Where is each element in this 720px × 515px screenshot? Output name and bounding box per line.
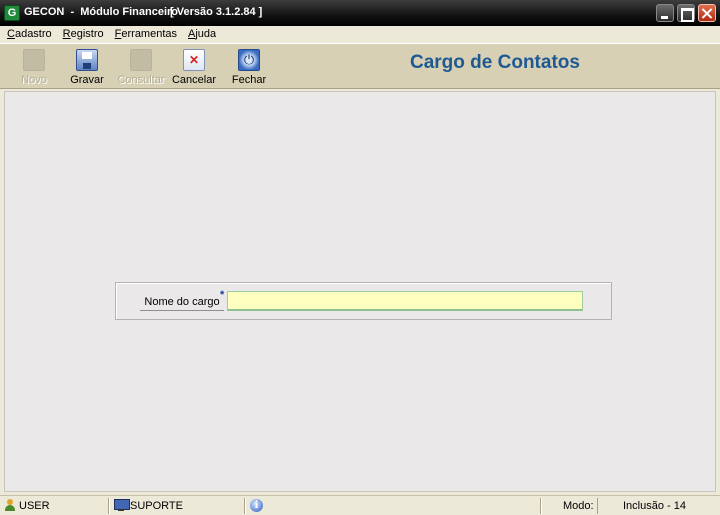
maximize-button[interactable]	[677, 4, 695, 22]
menu-ajuda[interactable]: Ajuda	[181, 26, 220, 43]
cancel-icon	[183, 49, 205, 71]
toolbar: Novo Gravar Consultar Cancelar Fechar	[0, 43, 720, 89]
menu-registro[interactable]: Registro	[56, 26, 108, 43]
cancel-button-label: Cancelar	[171, 74, 217, 86]
menu-cadastro[interactable]: Cadastro	[0, 26, 56, 43]
query-button[interactable]: Consultar	[115, 47, 167, 87]
job-title-input[interactable]	[227, 291, 583, 311]
menu-ferramentas[interactable]: Ferramentas	[108, 26, 181, 43]
status-divider	[108, 498, 110, 514]
user-icon	[4, 499, 16, 512]
app-icon[interactable]: G	[4, 5, 20, 21]
close-button[interactable]	[698, 4, 716, 22]
status-bar: USER SUPORTE i Modo: Inclusão - 14	[0, 495, 720, 515]
minimize-button[interactable]	[656, 4, 674, 22]
computer-icon	[114, 499, 130, 512]
search-icon	[130, 49, 152, 71]
window-title: GECON - Módulo Financeiro	[24, 6, 178, 18]
required-mark: *	[220, 289, 225, 301]
form-panel: Nome do cargo *	[115, 282, 612, 320]
status-station: SUPORTE	[130, 500, 183, 512]
save-button[interactable]: Gravar	[61, 47, 113, 87]
cancel-button[interactable]: Cancelar	[168, 47, 220, 87]
close-form-button[interactable]: Fechar	[223, 47, 275, 87]
query-button-label: Consultar	[117, 74, 165, 86]
menu-bar: Cadastro Registro Ferramentas Ajuda	[0, 26, 720, 43]
new-button-label: Novo	[21, 74, 47, 86]
window-version: [ Versão 3.1.2.84 ]	[170, 6, 263, 18]
new-button[interactable]: Novo	[8, 47, 60, 87]
title-bar[interactable]: G GECON - Módulo Financeiro [ Versão 3.1…	[0, 0, 720, 26]
status-divider	[244, 498, 246, 514]
close-form-button-label: Fechar	[231, 74, 267, 86]
save-button-label: Gravar	[70, 74, 104, 86]
content-area: Nome do cargo *	[4, 91, 716, 492]
save-icon	[76, 49, 98, 71]
mode-label: Modo:	[563, 500, 594, 512]
info-icon[interactable]: i	[250, 499, 263, 512]
new-icon	[23, 49, 45, 71]
power-icon	[238, 49, 260, 71]
mode-value: Inclusão - 14	[597, 498, 711, 514]
job-title-label: Nome do cargo	[140, 293, 224, 311]
status-divider	[540, 498, 542, 514]
screen-title: Cargo de Contatos	[410, 52, 580, 73]
status-user: USER	[19, 500, 50, 512]
app-window: G GECON - Módulo Financeiro [ Versão 3.1…	[0, 0, 720, 515]
